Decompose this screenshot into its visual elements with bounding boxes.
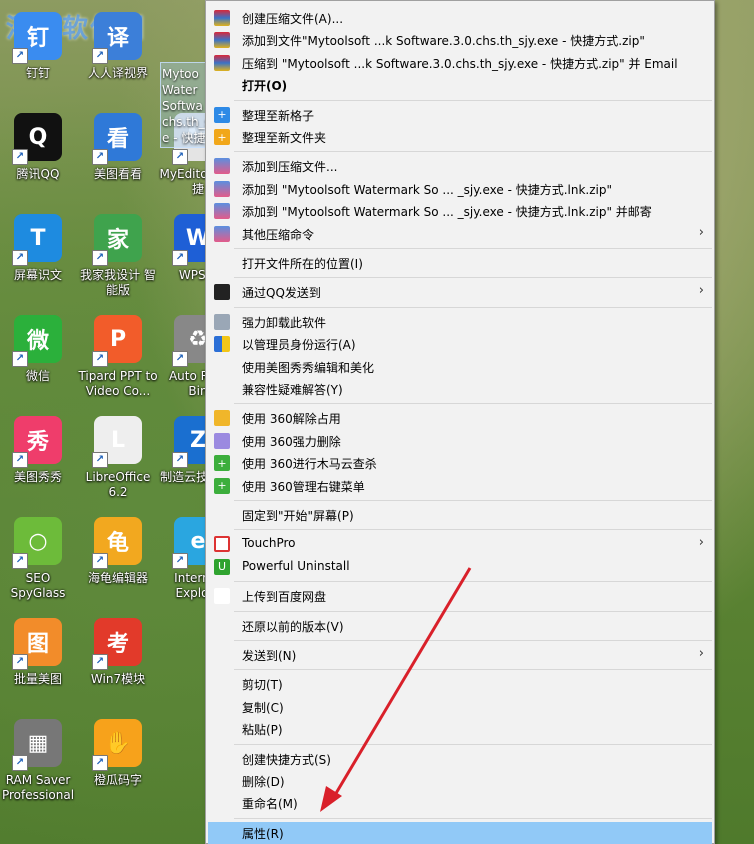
annotation-arrow-icon [320,567,472,812]
